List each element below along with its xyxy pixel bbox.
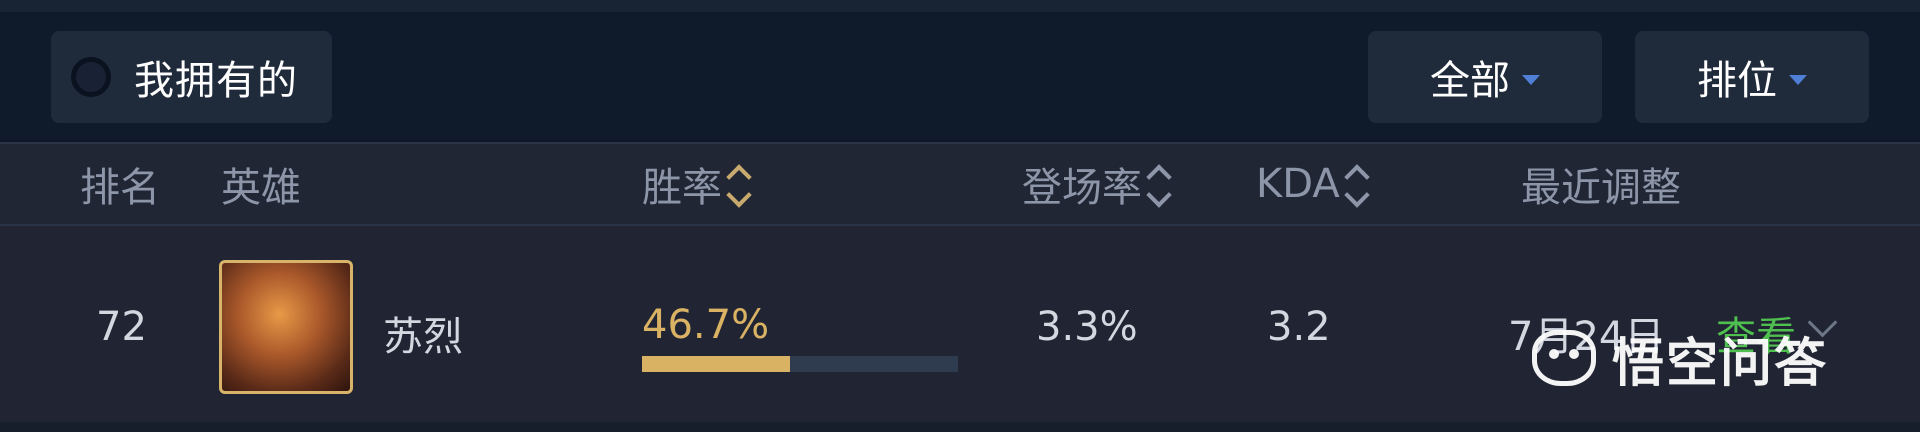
sort-icon[interactable]: [1343, 164, 1370, 208]
caret-down-icon: [1789, 75, 1807, 85]
header-win-rate[interactable]: 胜率: [642, 144, 752, 224]
header-pick-rate-label: 登场率: [1022, 165, 1142, 211]
wukong-logo-icon: [1532, 330, 1596, 386]
bottom-divider: [0, 422, 1920, 432]
type-dropdown-label: 全部: [1430, 58, 1510, 104]
mode-dropdown-label: 排位: [1697, 58, 1777, 104]
radio-circle-icon[interactable]: [71, 57, 111, 97]
header-rank: 排名: [80, 165, 160, 211]
rank-value: 72: [96, 304, 147, 350]
type-dropdown[interactable]: 全部: [1368, 31, 1602, 123]
top-divider: [0, 0, 1920, 12]
kda-value: 3.2: [1267, 304, 1331, 350]
watermark-text: 悟空问答: [1612, 333, 1829, 394]
header-recent-adjust: 最近调整: [1521, 165, 1681, 211]
sort-icon[interactable]: [726, 164, 752, 208]
owned-filter-label: 我拥有的: [134, 58, 298, 104]
caret-down-icon: [1522, 75, 1540, 85]
pick-rate-value: 3.3%: [1036, 304, 1138, 350]
header-kda[interactable]: KDA: [1256, 144, 1370, 224]
hero-name[interactable]: 苏烈: [383, 304, 463, 362]
sort-icon[interactable]: [1146, 164, 1172, 208]
table-header: 排名 英雄 胜率 登场率 KDA 最近调整: [0, 142, 1920, 226]
header-win-rate-label: 胜率: [642, 165, 722, 211]
header-hero: 英雄: [221, 165, 301, 211]
hero-portrait[interactable]: [219, 260, 353, 394]
header-kda-label: KDA: [1256, 161, 1340, 207]
header-pick-rate[interactable]: 登场率: [1022, 144, 1172, 224]
mode-dropdown[interactable]: 排位: [1635, 31, 1869, 123]
win-rate-bar: [642, 356, 958, 372]
win-rate-value: 46.7%: [642, 302, 770, 348]
owned-filter-toggle[interactable]: 我拥有的: [51, 31, 332, 123]
filter-bar: 我拥有的 全部 排位: [0, 12, 1920, 140]
watermark: 悟空问答: [1532, 320, 1828, 396]
win-rate-bar-fill: [642, 356, 790, 372]
